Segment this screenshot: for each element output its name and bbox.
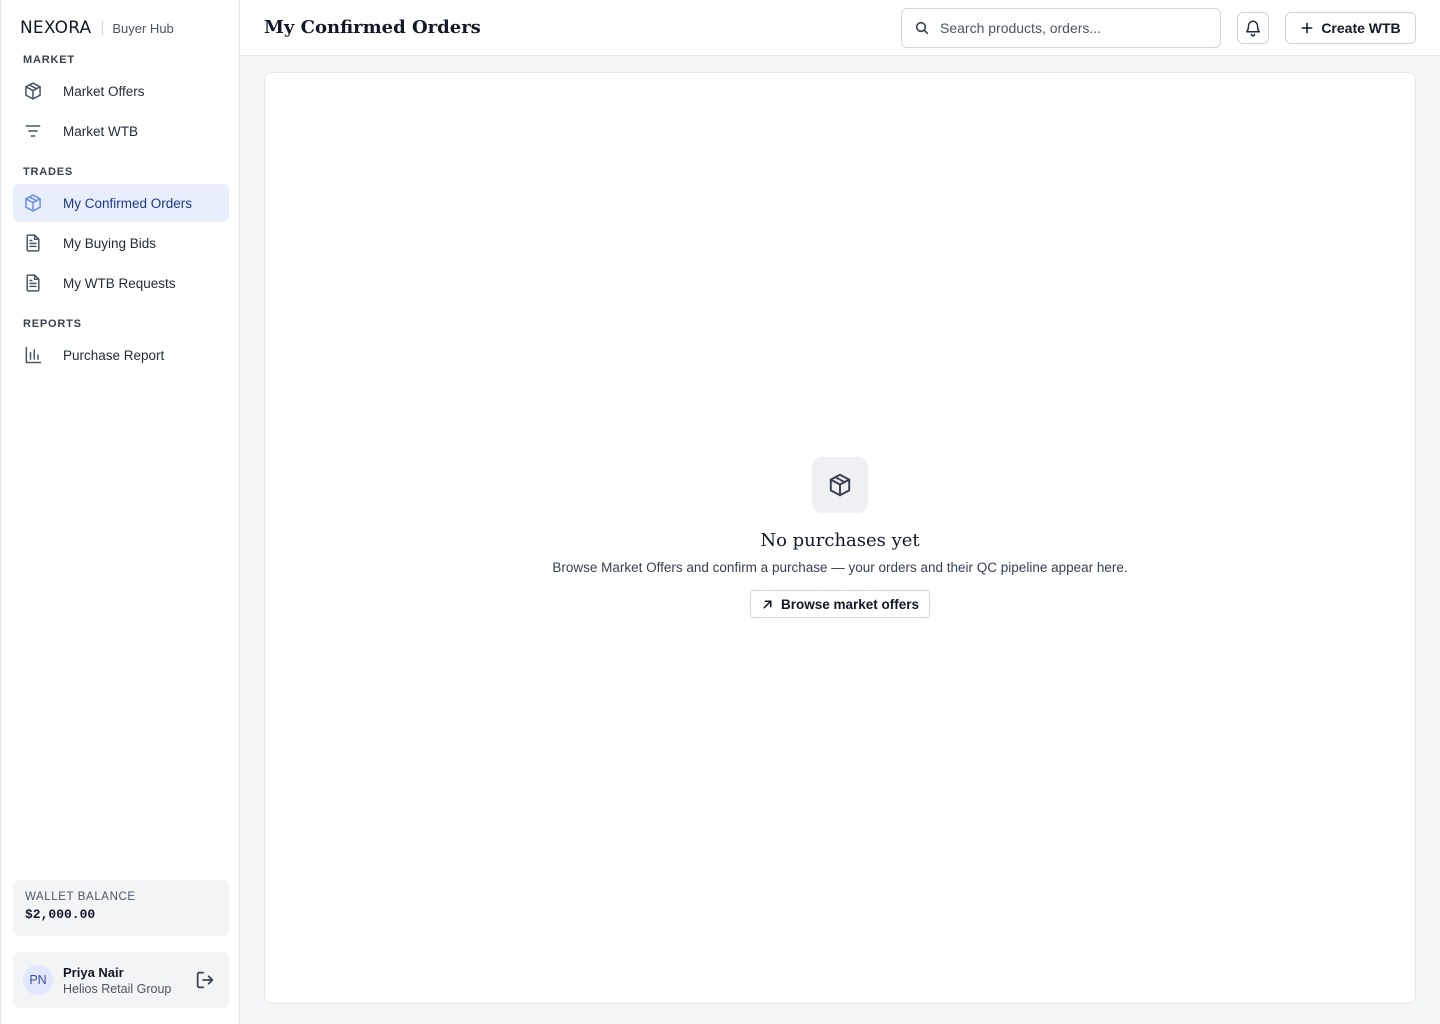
sidebar-item-label: Purchase Report (63, 347, 165, 363)
browse-market-offers-label: Browse market offers (780, 596, 920, 612)
sidebar-item-my-wtb-requests[interactable]: My WTB Requests (13, 264, 229, 302)
sidebar-item-label: My WTB Requests (63, 275, 176, 291)
sidebar-item-label: Market Offers (63, 83, 145, 99)
wallet-card: WALLET BALANCE $2,000.00 (13, 880, 229, 936)
user-org: Helios Retail Group (63, 981, 172, 996)
arrow-up-right-icon (761, 598, 774, 611)
search-box[interactable] (901, 8, 1221, 48)
document-icon (23, 273, 43, 293)
document-icon (23, 233, 43, 253)
create-wtb-label: Create WTB (1321, 20, 1401, 36)
brand-divider (102, 21, 104, 35)
user-info: Priya Nair Helios Retail Group (63, 965, 193, 996)
section-label-trades: TRADES (23, 166, 74, 178)
page-title: My Confirmed Orders (264, 17, 481, 38)
sidebar-item-my-buying-bids[interactable]: My Buying Bids (13, 224, 229, 262)
sidebar-item-label: Market WTB (63, 123, 139, 139)
plus-icon (1300, 21, 1314, 35)
user-name: Priya Nair (63, 964, 124, 980)
notifications-button[interactable] (1237, 12, 1269, 44)
avatar: PN (23, 965, 53, 995)
bar-chart-icon (23, 345, 43, 365)
brand-subtitle: Buyer Hub (112, 20, 174, 36)
orders-card: No purchases yet Browse Market Offers an… (264, 72, 1416, 1004)
sidebar: NEXORA Buyer Hub MARKET Market Offers Ma… (0, 0, 240, 1024)
search-input[interactable] (940, 20, 1210, 36)
sidebar-item-purchase-report[interactable]: Purchase Report (13, 336, 229, 374)
wallet-balance: $2,000.00 (25, 907, 96, 922)
browse-market-offers-button[interactable]: Browse market offers (749, 590, 931, 618)
sidebar-item-market-wtb[interactable]: Market WTB (13, 112, 229, 150)
sidebar-item-market-offers[interactable]: Market Offers (13, 72, 229, 110)
empty-state-description: Browse Market Offers and confirm a purch… (552, 560, 1128, 575)
sidebar-item-label: My Confirmed Orders (63, 195, 193, 211)
wallet-label: WALLET BALANCE (25, 891, 136, 903)
empty-state: No purchases yet Browse Market Offers an… (265, 457, 1415, 618)
brand-logo[interactable]: NEXORA (20, 18, 91, 38)
sidebar-item-label: My Buying Bids (63, 235, 157, 251)
section-label-market: MARKET (23, 54, 75, 66)
brand: NEXORA Buyer Hub (20, 16, 174, 40)
filter-lines-icon (23, 121, 43, 141)
package-icon (23, 193, 43, 213)
bell-icon (1244, 19, 1262, 37)
package-icon (23, 81, 43, 101)
package-icon (812, 457, 868, 513)
section-label-reports: REPORTS (23, 318, 82, 330)
search-icon (914, 20, 930, 36)
empty-state-title: No purchases yet (760, 530, 920, 551)
topbar: My Confirmed Orders Create WTB (240, 0, 1440, 56)
logout-icon[interactable] (193, 968, 217, 992)
create-wtb-button[interactable]: Create WTB (1285, 12, 1416, 44)
sidebar-item-my-confirmed-orders[interactable]: My Confirmed Orders (13, 184, 229, 222)
user-card: PN Priya Nair Helios Retail Group (13, 952, 229, 1008)
